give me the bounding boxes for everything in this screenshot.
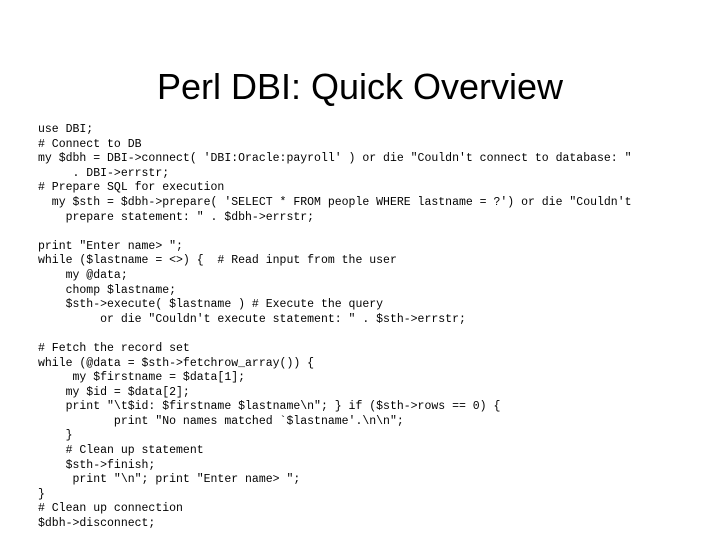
code-line: my $sth = $dbh->prepare( 'SELECT * FROM … (38, 195, 632, 209)
code-line: my $firstname = $data[1]; (38, 371, 246, 385)
code-line: my $dbh = DBI->connect( 'DBI:Oracle:payr… (38, 152, 632, 166)
code-line: . DBI->errstr; (38, 166, 170, 180)
code-line: # Clean up statement (38, 444, 204, 458)
code-line: my $id = $data[2]; (38, 385, 190, 399)
code-line: print "\t$id: $firstname $lastname\n"; }… (38, 400, 501, 414)
slide: Perl DBI: Quick Overview use DBI; # Conne… (0, 0, 720, 540)
code-line: $sth->finish; (38, 458, 156, 472)
code-line: $dbh->disconnect; (38, 517, 156, 531)
code-line: my @data; (38, 268, 128, 282)
code-line: chomp $lastname; (38, 283, 177, 297)
code-line: while (@data = $sth->fetchrow_array()) { (38, 356, 315, 370)
code-line: use DBI; (38, 123, 94, 136)
code-line: # Connect to DB (38, 137, 142, 151)
page-title: Perl DBI: Quick Overview (156, 66, 564, 108)
code-block: use DBI; # Connect to DB my $dbh = DBI->co… (38, 123, 708, 532)
code-line: or die "Couldn't execute statement: " . … (38, 312, 466, 326)
code-line: prepare statement: " . $dbh->errstr; (38, 210, 315, 224)
code-line: # Clean up connection (38, 502, 183, 516)
code-line: # Prepare SQL for execution (38, 181, 225, 195)
code-line: } (38, 487, 45, 501)
code-line: # Fetch the record set (38, 341, 190, 355)
code-line: } (38, 429, 73, 443)
code-line: print "No names matched `$lastname'.\n\n… (38, 414, 404, 428)
code-line: print "Enter name> "; (38, 239, 183, 253)
code-line: $sth->execute( $lastname ) # Execute the… (38, 298, 384, 312)
code-line: print "\n"; print "Enter name> "; (38, 473, 301, 487)
code-line: while ($lastname = <>) { # Read input fr… (38, 254, 397, 268)
